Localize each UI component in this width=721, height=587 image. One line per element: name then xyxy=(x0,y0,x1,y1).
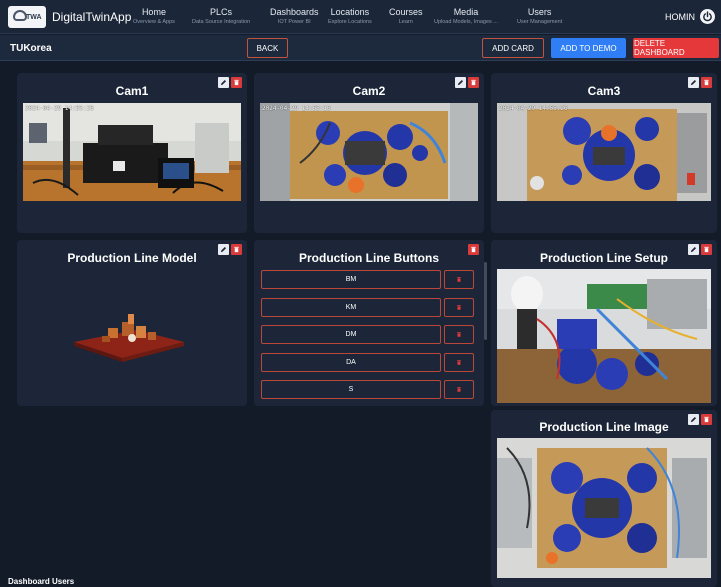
nav-locations-sub: Explore Locations xyxy=(328,19,372,25)
pencil-icon[interactable] xyxy=(688,414,699,425)
card-title: Production Line Setup xyxy=(540,251,668,265)
nav-plcs[interactable]: PLCs Data Source Integration xyxy=(192,7,250,26)
camera-feed: 2024-04-29 14:55:26 xyxy=(23,103,241,201)
nav-media-title: Media xyxy=(453,7,479,17)
nav-users-sub: User Management xyxy=(517,19,563,25)
line-button-delete[interactable] xyxy=(444,270,474,289)
trash-icon[interactable] xyxy=(701,244,712,255)
camera-timestamp: 2024-04-29 14:55:16 xyxy=(262,105,331,112)
nav-courses-sub: Learn xyxy=(398,19,413,25)
camera-timestamp: 2024-04-29 14:55:26 xyxy=(25,105,94,112)
line-button-da[interactable]: DA xyxy=(261,353,441,372)
card-title: Production Line Model xyxy=(67,251,197,265)
camera-feed: 2024-04-29 14:55:16 xyxy=(260,103,478,201)
card-cam1: Cam1 2024-04-29 14:55:26 xyxy=(17,73,247,233)
card-production-line-setup: Production Line Setup xyxy=(491,240,717,406)
trash-icon[interactable] xyxy=(468,244,479,255)
add-to-demo-button[interactable]: ADD TO DEMO xyxy=(551,38,626,58)
dashboard-users-label: Dashboard Users xyxy=(8,577,75,586)
pencil-icon[interactable] xyxy=(218,77,229,88)
pencil-icon[interactable] xyxy=(688,77,699,88)
nav-home-sub: Overview & Apps xyxy=(133,19,175,25)
add-card-button[interactable]: ADD CARD xyxy=(482,38,544,58)
card-production-line-buttons: Production Line Buttons BM KM DM DA S xyxy=(254,240,487,406)
nav-courses[interactable]: Courses Learn xyxy=(389,7,423,26)
cloud-icon xyxy=(13,10,27,21)
line-button-delete[interactable] xyxy=(444,353,474,372)
card-title: Cam1 xyxy=(115,84,149,98)
production-line-photo xyxy=(497,438,711,578)
delete-dashboard-button[interactable]: DELETE DASHBOARD xyxy=(633,38,719,58)
scrollbar[interactable] xyxy=(484,262,487,340)
card-title: Production Line Image xyxy=(539,420,669,434)
card-actions xyxy=(218,77,242,88)
card-cam2: Cam2 2024-04-29 14:55:16 xyxy=(254,73,484,233)
trash-icon[interactable] xyxy=(468,77,479,88)
trash-icon xyxy=(457,387,461,392)
trash-icon xyxy=(457,360,461,365)
card-actions xyxy=(218,244,242,255)
nav-media[interactable]: Media Upload Models, Images ... xyxy=(434,7,498,26)
back-button[interactable]: BACK xyxy=(247,38,288,58)
top-navbar: TWA DigitalTwinApp Home Overview & Apps … xyxy=(0,0,721,34)
card-cam3: Cam3 2024-04-29 14:55:26 xyxy=(491,73,717,233)
trash-icon[interactable] xyxy=(701,414,712,425)
line-button-delete[interactable] xyxy=(444,325,474,344)
nav-plcs-title: PLCs xyxy=(210,7,233,17)
card-production-line-image: Production Line Image xyxy=(491,410,717,587)
nav-locations[interactable]: Locations Explore Locations xyxy=(328,7,372,26)
nav-users-title: Users xyxy=(527,7,552,17)
setup-photo xyxy=(497,269,711,403)
nav-dashboards-title: Dashboards xyxy=(270,7,319,17)
trash-icon xyxy=(457,277,461,282)
line-button-km[interactable]: KM xyxy=(261,298,441,317)
trash-icon xyxy=(457,305,461,310)
app-logo[interactable]: TWA xyxy=(8,6,46,28)
3d-model-viewer[interactable] xyxy=(72,308,187,368)
card-actions xyxy=(688,77,712,88)
trash-icon xyxy=(457,332,461,337)
card-title: Cam2 xyxy=(352,84,386,98)
trash-icon[interactable] xyxy=(231,244,242,255)
nav-dashboards-sub: IOT Power BI xyxy=(277,19,311,25)
line-button-s[interactable]: S xyxy=(261,380,441,399)
logo-tag: TWA xyxy=(26,14,42,21)
nav-home[interactable]: Home Overview & Apps xyxy=(133,7,175,26)
card-production-line-model: Production Line Model xyxy=(17,240,247,406)
line-button-delete[interactable] xyxy=(444,298,474,317)
line-button-delete[interactable] xyxy=(444,380,474,399)
nav-plcs-sub: Data Source Integration xyxy=(192,19,251,25)
nav-locations-title: Locations xyxy=(330,7,370,17)
card-actions xyxy=(468,244,479,255)
camera-feed: 2024-04-29 14:55:26 xyxy=(497,103,711,201)
user-name[interactable]: HOMIN xyxy=(665,12,695,22)
card-title: Production Line Buttons xyxy=(299,251,439,265)
camera-timestamp: 2024-04-29 14:55:26 xyxy=(499,105,568,112)
card-actions xyxy=(688,244,712,255)
trash-icon[interactable] xyxy=(231,77,242,88)
brand-name[interactable]: DigitalTwinApp xyxy=(52,10,131,24)
pencil-icon[interactable] xyxy=(688,244,699,255)
nav-media-sub: Upload Models, Images ... xyxy=(434,19,498,25)
pencil-icon[interactable] xyxy=(455,77,466,88)
card-actions xyxy=(455,77,479,88)
card-title: Cam3 xyxy=(587,84,621,98)
line-button-dm[interactable]: DM xyxy=(261,325,441,344)
organization-name: TUKorea xyxy=(10,43,52,54)
nav-users[interactable]: Users User Management xyxy=(517,7,562,26)
nav-courses-title: Courses xyxy=(389,7,423,17)
line-button-bm[interactable]: BM xyxy=(261,270,441,289)
dashboard-header: TUKorea BACK ADD CARD ADD TO DEMO DELETE… xyxy=(0,35,721,61)
power-icon[interactable] xyxy=(700,9,715,24)
pencil-icon[interactable] xyxy=(218,244,229,255)
trash-icon[interactable] xyxy=(701,77,712,88)
nav-dashboards[interactable]: Dashboards IOT Power BI xyxy=(270,7,319,26)
card-actions xyxy=(688,414,712,425)
nav-home-title: Home xyxy=(141,7,166,17)
